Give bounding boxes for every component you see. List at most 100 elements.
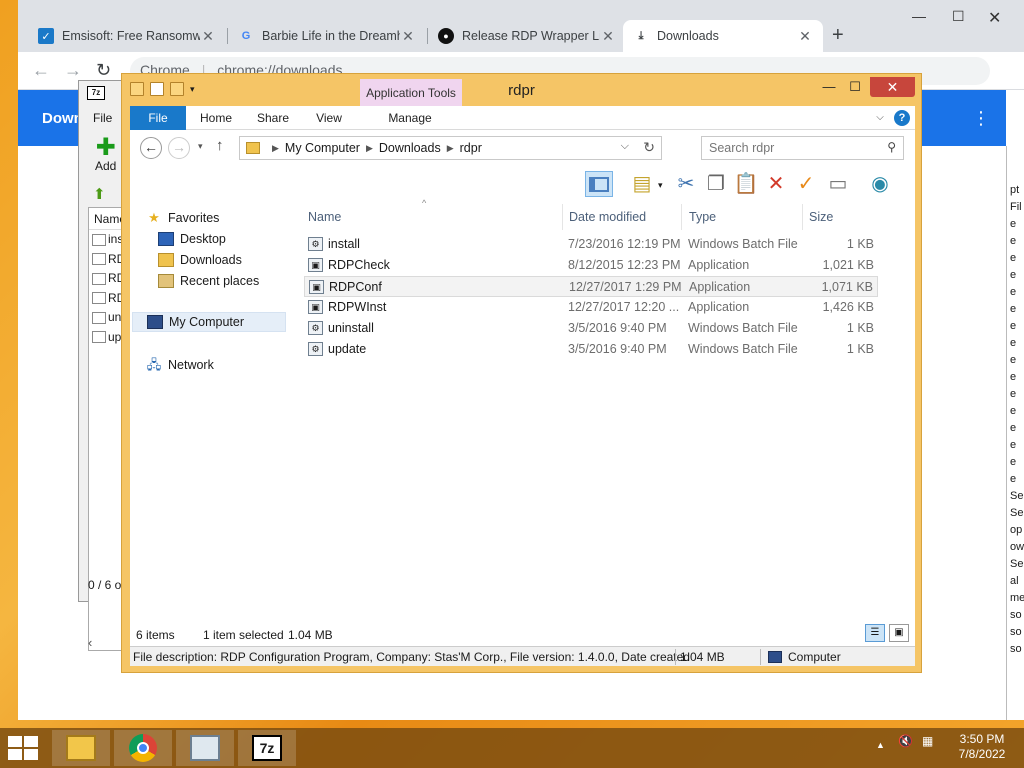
expand-ribbon-icon[interactable]: ⌵ (872, 106, 888, 130)
nav-desktop[interactable]: Desktop (158, 229, 226, 249)
chrome-tab-emsisoft[interactable]: ✓ Emsisoft: Free Ransomwa ✕ (28, 20, 226, 52)
preview-pane-icon[interactable] (585, 171, 613, 197)
details-view-icon[interactable]: ☰ (865, 624, 885, 642)
volume-muted-icon[interactable]: 🔇 (898, 734, 913, 748)
close-tab-icon[interactable]: ✕ (797, 28, 813, 45)
file-row[interactable]: ▣ RDPConf 12/27/2017 1:29 PM Application 1,0… (304, 276, 878, 297)
nav-recent-places[interactable]: Recent places (158, 271, 259, 291)
ribbon-tab-manage[interactable]: Manage (380, 106, 440, 130)
file-row[interactable]: ▣ RDPCheck 8/12/2015 12:23 PM Application 1,… (304, 255, 878, 276)
more-options-icon[interactable]: ⋮ (972, 108, 990, 129)
column-header-type[interactable]: Type (689, 210, 716, 224)
copy-icon[interactable]: ❐ (702, 171, 730, 197)
breadcrumb-downloads[interactable]: Downloads (379, 141, 441, 155)
chrome-minimize-button[interactable]: — (912, 8, 926, 24)
close-tab-icon[interactable]: ✕ (400, 28, 416, 45)
sort-ascending-icon: ^ (422, 198, 427, 208)
paste-icon[interactable]: 📋 (732, 171, 760, 197)
file-type: Application (688, 258, 750, 272)
ribbon-tab-home[interactable]: Home (196, 106, 236, 130)
forward-button[interactable]: → (64, 60, 82, 81)
chrome-tab-github[interactable]: ● Release RDP Wrapper Lib ✕ (428, 20, 626, 52)
partial-text: so (1010, 609, 1022, 621)
breadcrumb-my-computer[interactable]: My Computer (285, 141, 360, 155)
close-button[interactable]: ✕ (870, 77, 915, 97)
checked-folder-icon[interactable]: ▤ (628, 171, 656, 197)
new-tab-button[interactable]: + (832, 24, 844, 47)
large-icons-view-icon[interactable]: ▣ (889, 624, 909, 642)
back-button[interactable]: ← (32, 60, 50, 81)
chrome-tab-downloads[interactable]: ⤓ Downloads ✕ (623, 20, 823, 52)
details-size: 1.04 MB (680, 650, 725, 664)
ribbon-tab-file[interactable]: File (130, 106, 186, 130)
forward-arrow-icon[interactable]: → (168, 137, 190, 159)
partial-text: e (1010, 303, 1017, 315)
chrome-maximize-button[interactable]: ☐ (952, 8, 965, 25)
file-type: Windows Batch File (688, 321, 798, 335)
breadcrumb-rdpr[interactable]: rdpr (460, 141, 482, 155)
rename-icon[interactable]: ▭ (824, 171, 852, 197)
address-bar[interactable]: ▶ My Computer ▶ Downloads ▶ rdpr ⌵ ↻ (239, 136, 662, 160)
ribbon-tab-view[interactable]: View (310, 106, 348, 130)
search-box[interactable]: Search rdpr ⚲ (701, 136, 904, 160)
file-row[interactable]: ⚙ update 3/5/2016 9:40 PM Windows Batch Fil… (304, 339, 878, 360)
taskbar-resource-monitor[interactable] (176, 730, 234, 766)
windows-logo-pane (24, 749, 38, 760)
chrome-close-button[interactable]: ✕ (988, 8, 1001, 28)
batch-file-icon: ⚙ (308, 342, 323, 356)
nav-label: My Computer (169, 315, 245, 329)
maximize-button[interactable]: ☐ (844, 77, 866, 97)
nav-favorites[interactable]: ★ Favorites (146, 208, 219, 228)
nav-network[interactable]: 🖧 Network (146, 355, 214, 375)
close-tab-icon[interactable]: ✕ (600, 28, 616, 45)
ribbon-tab-share[interactable]: Share (252, 106, 294, 130)
sevenzip-menu-file[interactable]: File (93, 111, 112, 125)
cut-icon[interactable]: ✂ (672, 171, 700, 197)
select-checkmark-icon[interactable]: ✓ (792, 171, 820, 197)
file-row[interactable]: ⚙ uninstall 3/5/2016 9:40 PM Windows Batch … (304, 318, 878, 339)
minimize-button[interactable]: — (818, 77, 840, 97)
up-arrow-icon[interactable]: ↑ (216, 137, 224, 154)
scroll-left-arrow[interactable]: ‹ (88, 635, 92, 650)
recent-locations-icon[interactable]: ▾ (198, 141, 203, 152)
file-row[interactable]: ⚙ install 7/23/2016 12:19 PM Windows Batch … (304, 234, 878, 255)
taskbar-file-explorer[interactable] (52, 730, 110, 766)
shell-icon[interactable]: ◉ (866, 171, 894, 197)
taskbar-chrome[interactable] (114, 730, 172, 766)
partial-text: Se (1010, 490, 1024, 502)
properties-icon[interactable] (150, 82, 164, 96)
resource-monitor-icon (190, 735, 220, 761)
address-dropdown-icon[interactable]: ⌵ (621, 140, 629, 153)
partial-text: Se (1010, 507, 1024, 519)
sevenzip-add-button[interactable]: ✚ Add (95, 136, 116, 174)
dropdown-arrow-icon[interactable]: ▾ (658, 180, 663, 191)
back-arrow-icon[interactable]: ← (140, 137, 162, 159)
system-clock[interactable]: 3:50 PM 7/8/2022 (952, 732, 1012, 762)
refresh-icon[interactable]: ↻ (643, 139, 655, 156)
search-icon[interactable]: ⚲ (887, 140, 896, 154)
divider (760, 649, 761, 665)
file-icon (92, 253, 106, 266)
help-icon[interactable]: ? (894, 110, 910, 126)
partial-text: e (1010, 439, 1017, 451)
reload-button[interactable]: ↻ (96, 60, 111, 81)
nav-downloads[interactable]: Downloads (158, 250, 242, 270)
nav-my-computer[interactable]: My Computer (132, 312, 286, 332)
column-header-size[interactable]: Size (809, 210, 833, 224)
customize-qat-icon[interactable]: ▾ (190, 84, 195, 95)
new-folder-icon[interactable] (170, 82, 184, 96)
chrome-tab-barbie[interactable]: G Barbie Life in the Dreamh ✕ (228, 20, 426, 52)
close-tab-icon[interactable]: ✕ (200, 28, 216, 45)
column-header-date[interactable]: Date modified (569, 210, 646, 224)
folder-up-icon[interactable]: ⬆ (93, 185, 106, 203)
file-row[interactable]: ▣ RDPWInst 12/27/2017 12:20 ... Application… (304, 297, 878, 318)
windows-logo-pane (8, 736, 22, 747)
network-tray-icon[interactable]: ▦ (922, 734, 933, 748)
delete-icon[interactable]: ✕ (762, 171, 790, 197)
tab-title: Barbie Life in the Dreamh (262, 29, 400, 43)
breadcrumb-separator: ▶ (272, 142, 279, 153)
column-header-name[interactable]: Name (308, 210, 341, 224)
start-button[interactable] (8, 736, 38, 760)
show-hidden-icons[interactable]: ▲ (876, 740, 885, 750)
taskbar-7zip[interactable]: 7z (238, 730, 296, 766)
